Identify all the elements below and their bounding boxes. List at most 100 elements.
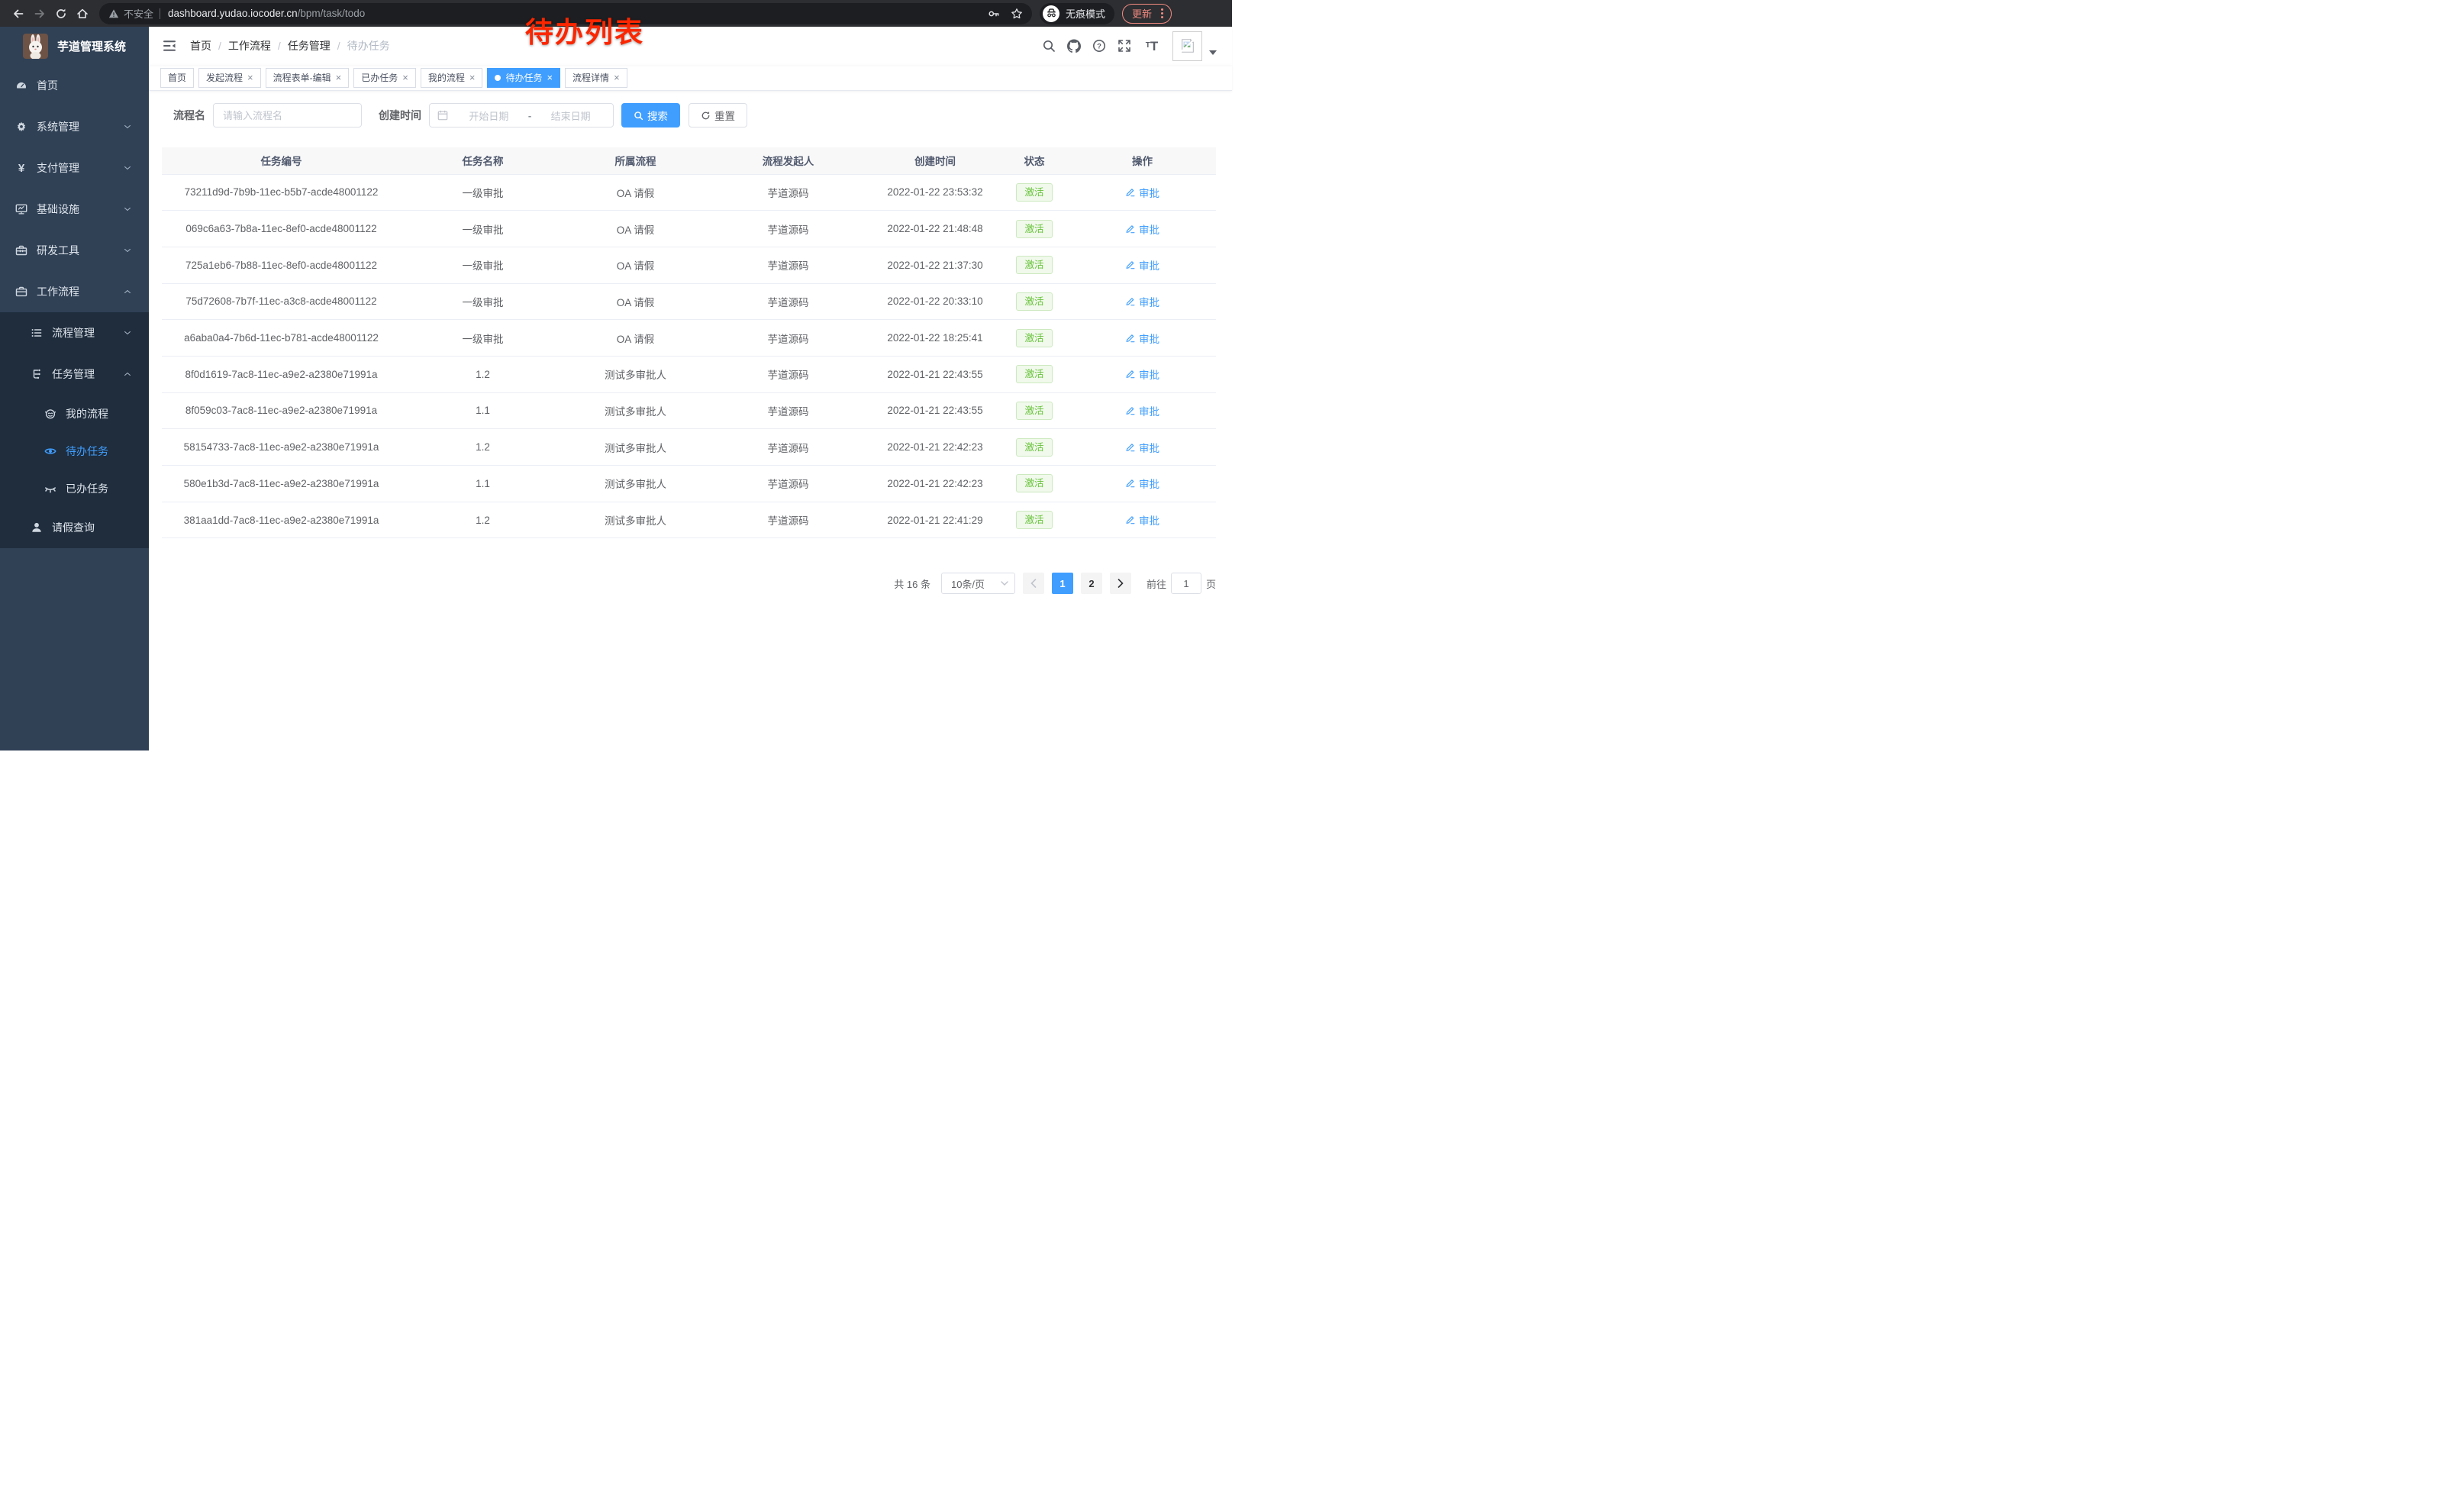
approve-link[interactable]: 审批 bbox=[1125, 512, 1159, 528]
breadcrumb-item[interactable]: 工作流程 bbox=[228, 38, 271, 53]
browser-home-button[interactable] bbox=[72, 3, 93, 24]
sidebar-item-payment[interactable]: ¥ 支付管理 bbox=[0, 147, 149, 189]
chevron-down-icon bbox=[121, 163, 134, 173]
sidebar-item-leave-query[interactable]: 请假查询 bbox=[0, 507, 149, 548]
edit-pencil-icon bbox=[1125, 405, 1136, 416]
sidebar-item-my-process[interactable]: 我的流程 bbox=[0, 395, 149, 432]
close-icon[interactable]: × bbox=[402, 72, 408, 83]
help-icon[interactable]: ? bbox=[1092, 39, 1106, 53]
end-date-placeholder[interactable]: 结束日期 bbox=[536, 108, 605, 123]
browser-forward-button[interactable] bbox=[29, 3, 50, 24]
create-time-cell: 2022-01-22 21:37:30 bbox=[870, 247, 1000, 283]
approve-link[interactable]: 审批 bbox=[1125, 403, 1159, 418]
security-label[interactable]: 不安全 bbox=[124, 6, 153, 21]
breadcrumb-item[interactable]: 任务管理 bbox=[288, 38, 331, 53]
sidebar-item-infra[interactable]: 基础设施 bbox=[0, 189, 149, 230]
page-button-2[interactable]: 2 bbox=[1081, 573, 1102, 594]
create-time-label: 创建时间 bbox=[379, 108, 421, 123]
search-button[interactable]: 搜索 bbox=[621, 103, 680, 128]
logo-rabbit-image bbox=[23, 34, 48, 59]
approve-link[interactable]: 审批 bbox=[1125, 294, 1159, 309]
reset-button-label: 重置 bbox=[714, 108, 735, 123]
bookmark-star-icon[interactable] bbox=[1011, 8, 1023, 20]
prev-page-button[interactable] bbox=[1023, 573, 1044, 594]
browser-update-button[interactable]: 更新 bbox=[1122, 4, 1172, 24]
tab-home[interactable]: 首页 bbox=[160, 68, 194, 88]
github-icon[interactable] bbox=[1067, 39, 1081, 53]
task-id-cell: 069c6a63-7b8a-11ec-8ef0-acde48001122 bbox=[162, 211, 401, 247]
sidebar-item-done-tasks[interactable]: 已办任务 bbox=[0, 470, 149, 507]
user-avatar[interactable] bbox=[1172, 31, 1202, 61]
close-icon[interactable]: × bbox=[547, 72, 553, 83]
list-icon bbox=[31, 327, 43, 339]
chevron-down-icon bbox=[121, 246, 134, 255]
sidebar-item-system[interactable]: 系统管理 bbox=[0, 106, 149, 147]
process-name-label: 流程名 bbox=[173, 108, 205, 123]
chevron-up-icon bbox=[121, 370, 134, 379]
update-label: 更新 bbox=[1132, 6, 1152, 21]
approve-link[interactable]: 审批 bbox=[1125, 440, 1159, 455]
sidebar-item-workflow[interactable]: 工作流程 bbox=[0, 271, 149, 312]
process-name-input[interactable] bbox=[213, 103, 362, 128]
sidebar-item-todo-tasks[interactable]: 待办任务 bbox=[0, 432, 149, 470]
sidebar-item-devtools[interactable]: 研发工具 bbox=[0, 230, 149, 271]
tab-label: 流程表单-编辑 bbox=[273, 71, 331, 84]
font-size-icon[interactable]: TT bbox=[1143, 39, 1161, 53]
tab-process-detail[interactable]: 流程详情 × bbox=[565, 68, 627, 88]
approve-link[interactable]: 审批 bbox=[1125, 366, 1159, 382]
task-id-cell: 381aa1dd-7ac8-11ec-a9e2-a2380e71991a bbox=[162, 502, 401, 538]
close-icon[interactable]: × bbox=[336, 72, 342, 83]
approve-link[interactable]: 审批 bbox=[1125, 331, 1159, 346]
task-name-cell: 一级审批 bbox=[401, 283, 565, 320]
start-date-placeholder[interactable]: 开始日期 bbox=[454, 108, 524, 123]
app-logo[interactable]: 芋道管理系统 bbox=[0, 27, 149, 65]
approve-link[interactable]: 审批 bbox=[1125, 221, 1159, 237]
page-size-select[interactable]: 10条/页 bbox=[941, 573, 1015, 594]
status-badge: 激活 bbox=[1016, 365, 1052, 383]
task-name-cell: 1.1 bbox=[401, 392, 565, 429]
menu-fold-icon[interactable] bbox=[163, 39, 176, 53]
reset-button[interactable]: 重置 bbox=[689, 103, 747, 128]
task-table: 任务编号任务名称所属流程流程发起人创建时间状态操作 73211d9d-7b9b-… bbox=[162, 147, 1216, 538]
goto-page-input[interactable] bbox=[1171, 573, 1201, 594]
sidebar-item-label: 任务管理 bbox=[52, 366, 95, 382]
approve-link[interactable]: 审批 bbox=[1125, 257, 1159, 273]
breadcrumb-item[interactable]: 首页 bbox=[190, 38, 211, 53]
process-cell: OA 请假 bbox=[565, 211, 706, 247]
search-icon[interactable] bbox=[1042, 39, 1056, 53]
goto-suffix-label: 页 bbox=[1206, 576, 1216, 591]
next-page-button[interactable] bbox=[1110, 573, 1131, 594]
status-badge: 激活 bbox=[1016, 220, 1052, 238]
eye-icon bbox=[44, 445, 56, 457]
starter-cell: 芋道源码 bbox=[706, 283, 870, 320]
edit-pencil-icon bbox=[1125, 296, 1136, 307]
browser-menu-icon[interactable] bbox=[1158, 8, 1166, 18]
approve-link[interactable]: 审批 bbox=[1125, 476, 1159, 491]
chevron-down-icon bbox=[121, 122, 134, 131]
close-icon[interactable]: × bbox=[247, 72, 253, 83]
key-icon[interactable] bbox=[988, 8, 1000, 20]
tab-my-process[interactable]: 我的流程 × bbox=[421, 68, 483, 88]
sidebar-item-task-mgmt[interactable]: 任务管理 bbox=[0, 353, 149, 395]
tab-done-tasks[interactable]: 已办任务 × bbox=[353, 68, 416, 88]
breadcrumb: 首页/工作流程/任务管理/待办任务 bbox=[190, 38, 390, 53]
page-button-1[interactable]: 1 bbox=[1052, 573, 1073, 594]
tab-todo-tasks[interactable]: 待办任务 × bbox=[487, 68, 560, 88]
close-icon[interactable]: × bbox=[614, 72, 620, 83]
table-row: 381aa1dd-7ac8-11ec-a9e2-a2380e71991a 1.2… bbox=[162, 502, 1216, 538]
column-header: 流程发起人 bbox=[706, 147, 870, 174]
date-range-picker[interactable]: 开始日期 - 结束日期 bbox=[429, 103, 614, 128]
tab-start-process[interactable]: 发起流程 × bbox=[198, 68, 261, 88]
task-id-cell: 725a1eb6-7b88-11ec-8ef0-acde48001122 bbox=[162, 247, 401, 283]
fullscreen-icon[interactable] bbox=[1118, 39, 1131, 53]
avatar-caret-icon[interactable] bbox=[1209, 50, 1217, 55]
address-bar[interactable]: 不安全 dashboard.yudao.iocoder.cn/bpm/task/… bbox=[99, 3, 1032, 24]
browser-back-button[interactable] bbox=[8, 3, 29, 24]
approve-link[interactable]: 审批 bbox=[1125, 185, 1159, 200]
sidebar-item-home[interactable]: 首页 bbox=[0, 65, 149, 106]
close-icon[interactable]: × bbox=[469, 72, 476, 83]
sidebar-item-label: 首页 bbox=[37, 78, 58, 93]
sidebar-item-process-mgmt[interactable]: 流程管理 bbox=[0, 312, 149, 353]
tab-form-edit[interactable]: 流程表单-编辑 × bbox=[266, 68, 350, 88]
browser-reload-button[interactable] bbox=[50, 3, 72, 24]
